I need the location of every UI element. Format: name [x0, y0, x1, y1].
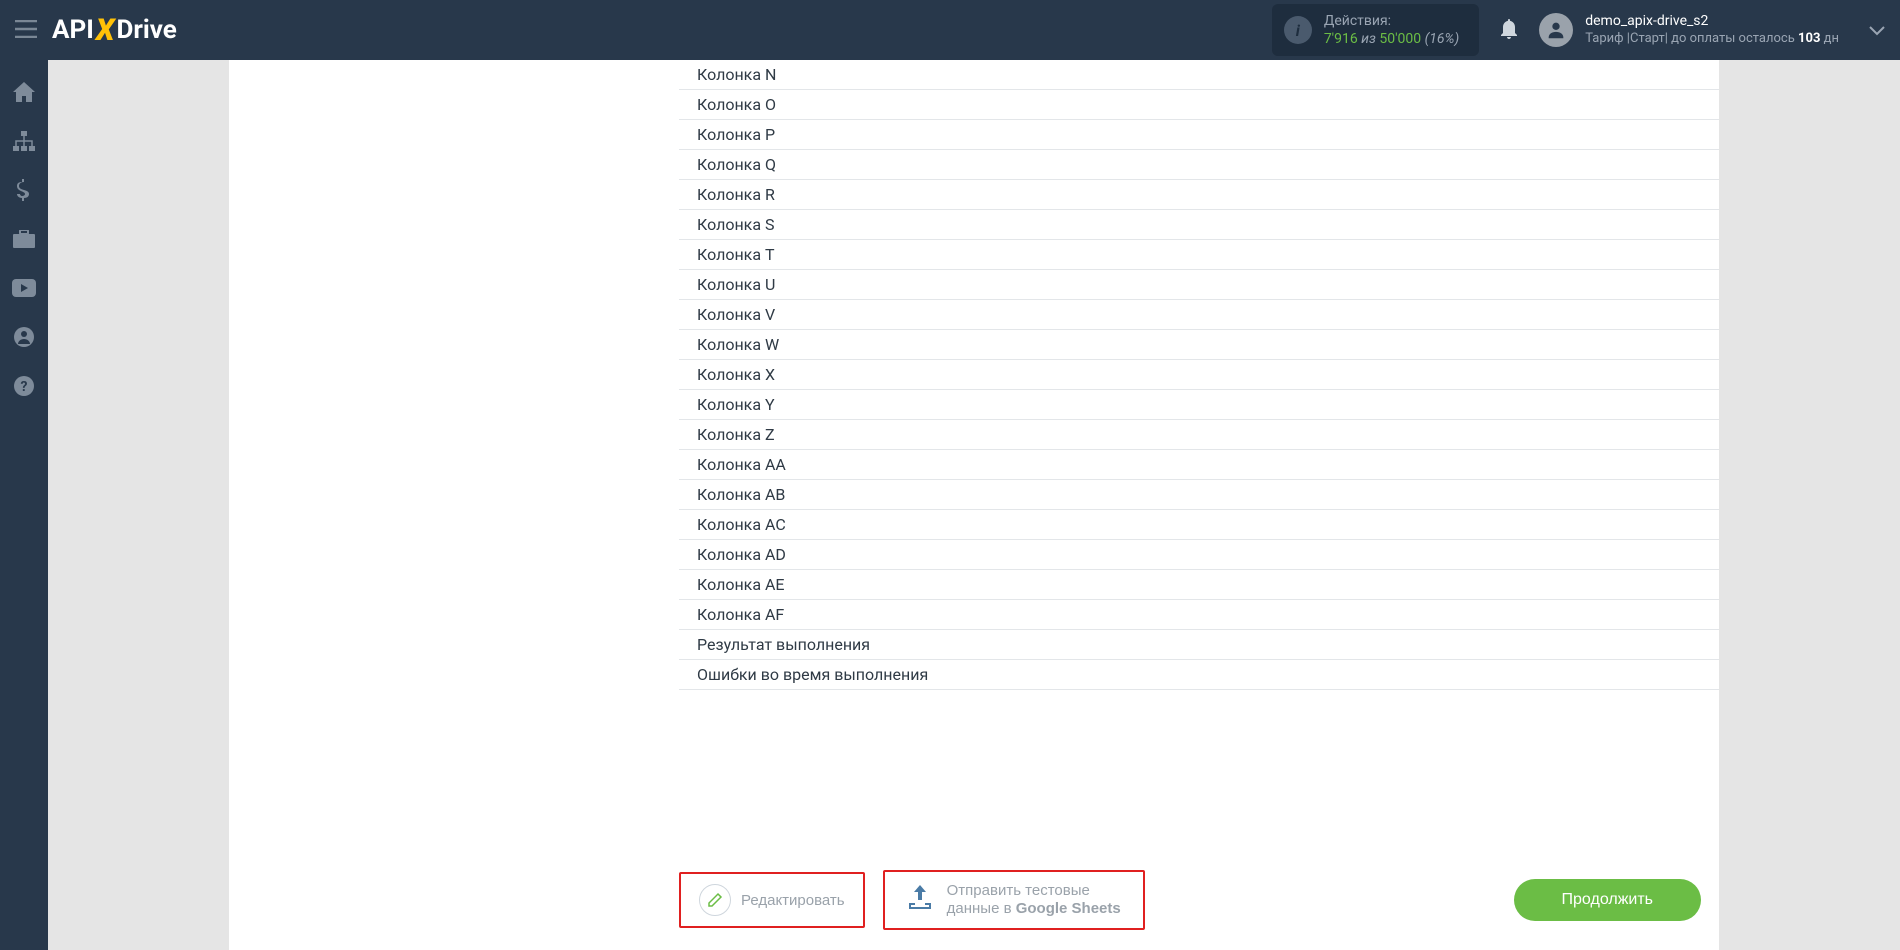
send-text: Отправить тестовые данные в Google Sheet…	[947, 882, 1121, 918]
column-row[interactable]: Колонка AD	[679, 540, 1719, 570]
user-tariff: Тариф |Старт| до оплаты осталось 103 дн	[1585, 31, 1839, 48]
column-row[interactable]: Колонка AC	[679, 510, 1719, 540]
column-row[interactable]: Колонка U	[679, 270, 1719, 300]
logo-x: X	[96, 13, 115, 48]
main: Колонка N Колонка O Колонка P Колонка Q …	[48, 60, 1900, 950]
column-row[interactable]: Колонка S	[679, 210, 1719, 240]
actions-label: Действия:	[1324, 12, 1459, 30]
dollar-icon[interactable]	[12, 178, 36, 202]
actions-numbers: 7'916 из 50'000 (16%)	[1324, 30, 1459, 48]
column-row[interactable]: Колонка V	[679, 300, 1719, 330]
sidebar: ?	[0, 60, 48, 950]
column-row[interactable]: Колонка Y	[679, 390, 1719, 420]
bell-icon[interactable]	[1499, 17, 1519, 44]
svg-text:?: ?	[21, 379, 28, 395]
help-icon[interactable]: ?	[12, 374, 36, 398]
actions-box[interactable]: i Действия: 7'916 из 50'000 (16%)	[1272, 4, 1479, 56]
continue-button[interactable]: Продолжить	[1514, 879, 1701, 921]
column-row[interactable]: Колонка T	[679, 240, 1719, 270]
edit-label: Редактировать	[741, 892, 845, 909]
column-row[interactable]: Колонка Z	[679, 420, 1719, 450]
upload-icon	[907, 885, 933, 915]
chevron-down-icon[interactable]	[1869, 21, 1885, 40]
column-row[interactable]: Колонка AA	[679, 450, 1719, 480]
actions-sep: из	[1358, 31, 1380, 47]
column-row[interactable]: Колонка R	[679, 180, 1719, 210]
column-row[interactable]: Колонка AF	[679, 600, 1719, 630]
logo-drive: Drive	[116, 15, 176, 45]
user-icon[interactable]	[12, 325, 36, 349]
info-icon: i	[1284, 16, 1312, 44]
user-name: demo_apix-drive_s2	[1585, 12, 1839, 30]
home-icon[interactable]	[12, 80, 36, 104]
content-wrapper: Колонка N Колонка O Колонка P Колонка Q …	[229, 60, 1719, 950]
logo-api: API	[52, 15, 94, 45]
youtube-icon[interactable]	[12, 276, 36, 300]
column-row[interactable]: Колонка Q	[679, 150, 1719, 180]
sitemap-icon[interactable]	[12, 129, 36, 153]
column-row[interactable]: Колонка N	[679, 60, 1719, 90]
actions-text: Действия: 7'916 из 50'000 (16%)	[1324, 12, 1459, 48]
column-row[interactable]: Колонка AE	[679, 570, 1719, 600]
logo[interactable]: API X Drive	[52, 13, 177, 48]
edit-button[interactable]: Редактировать	[679, 872, 865, 928]
menu-icon[interactable]	[15, 16, 37, 44]
column-row[interactable]: Колонка AB	[679, 480, 1719, 510]
actions-limit: 50'000	[1379, 31, 1421, 47]
column-row[interactable]: Ошибки во время выполнения	[679, 660, 1719, 690]
button-bar: Редактировать Отправить тестовые данные …	[679, 855, 1719, 950]
user-info: demo_apix-drive_s2 Тариф |Старт| до опла…	[1585, 12, 1839, 47]
pencil-icon	[699, 884, 731, 916]
avatar-icon	[1539, 13, 1573, 47]
column-row[interactable]: Колонка W	[679, 330, 1719, 360]
right-pane: Колонка N Колонка O Колонка P Колонка Q …	[679, 60, 1719, 950]
user-block[interactable]: demo_apix-drive_s2 Тариф |Старт| до опла…	[1539, 12, 1839, 47]
column-row[interactable]: Колонка O	[679, 90, 1719, 120]
column-row[interactable]: Колонка X	[679, 360, 1719, 390]
column-list: Колонка N Колонка O Колонка P Колонка Q …	[679, 60, 1719, 855]
column-row[interactable]: Результат выполнения	[679, 630, 1719, 660]
briefcase-icon[interactable]	[12, 227, 36, 251]
send-test-button[interactable]: Отправить тестовые данные в Google Sheet…	[883, 870, 1145, 930]
column-row[interactable]: Колонка P	[679, 120, 1719, 150]
actions-percent: (16%)	[1425, 31, 1460, 47]
header-right: i Действия: 7'916 из 50'000 (16%) demo_a…	[1272, 4, 1885, 56]
left-pane	[229, 60, 679, 950]
header: API X Drive i Действия: 7'916 из 50'000 …	[0, 0, 1900, 60]
actions-current: 7'916	[1324, 31, 1358, 47]
